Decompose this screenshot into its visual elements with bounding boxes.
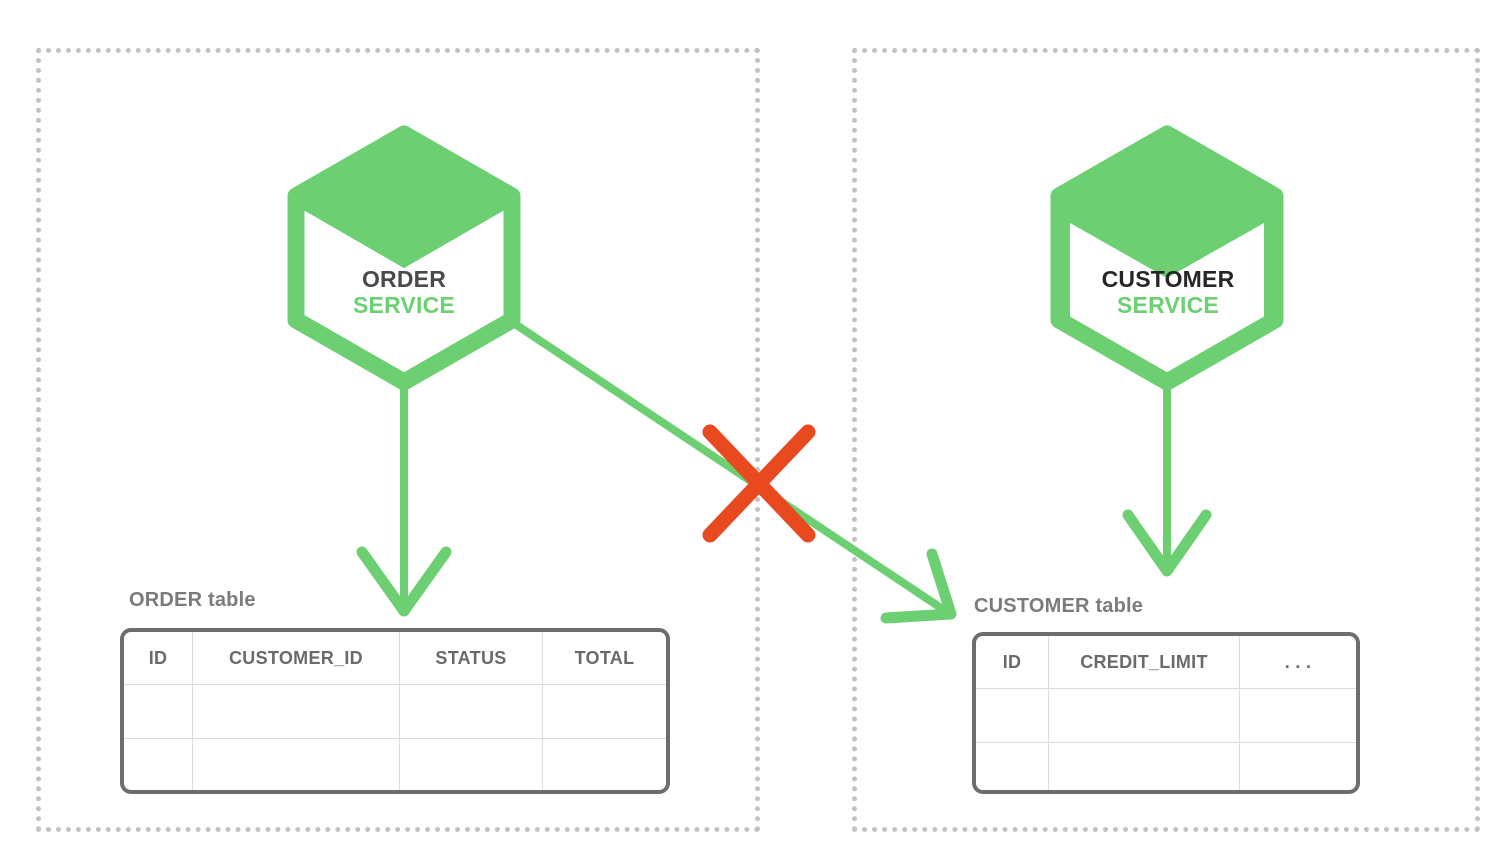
- customer-col-ellipsis: . . .: [1239, 636, 1356, 689]
- order-table-row: [124, 684, 666, 739]
- order-cell: [192, 684, 400, 739]
- order-cell: [542, 684, 666, 739]
- order-col-total: TOTAL: [542, 632, 666, 685]
- order-col-customer-id: CUSTOMER_ID: [192, 632, 400, 685]
- order-cell: [399, 684, 543, 739]
- customer-table: ID CREDIT_LIMIT . . .: [972, 632, 1360, 794]
- customer-cell: [1239, 688, 1356, 743]
- order-table-header-row: ID CUSTOMER_ID STATUS TOTAL: [124, 632, 666, 685]
- customer-cell: [1048, 688, 1240, 743]
- order-service-label-line1: ORDER: [361, 266, 447, 292]
- order-col-id: ID: [124, 632, 193, 685]
- order-cell: [399, 738, 543, 790]
- customer-service-label-line1: CUSTOMER: [1101, 266, 1235, 292]
- order-service-label-line2: SERVICE: [353, 291, 455, 318]
- customer-cell: [1048, 742, 1240, 790]
- customer-service-label: CUSTOMER SERVICE: [1058, 266, 1278, 319]
- customer-table-row: [976, 742, 1357, 791]
- customer-cell: [976, 742, 1049, 790]
- customer-table-row: [976, 688, 1356, 743]
- order-table-row: [124, 738, 667, 791]
- order-cell: [192, 738, 400, 790]
- order-service-label: ORDER SERVICE: [294, 266, 514, 319]
- order-table-caption: ORDER table: [129, 589, 256, 611]
- customer-service-label-line2: SERVICE: [1117, 291, 1219, 318]
- order-cell: [124, 738, 193, 790]
- customer-cell: [1240, 743, 1357, 791]
- customer-table-header-row: ID CREDIT_LIMIT . . .: [976, 636, 1356, 689]
- customer-table-caption: CUSTOMER table: [974, 595, 1144, 617]
- order-table: ID CUSTOMER_ID STATUS TOTAL: [120, 628, 670, 794]
- order-cell: [124, 684, 193, 739]
- diagram-canvas: ORDER SERVICE CUSTOMER SERVICE ORDER tab…: [0, 0, 1500, 866]
- customer-cell: [976, 688, 1049, 743]
- customer-col-credit-limit: CREDIT_LIMIT: [1048, 636, 1240, 689]
- order-cell: [543, 739, 667, 791]
- customer-col-id: ID: [976, 636, 1049, 689]
- order-col-status: STATUS: [399, 632, 543, 685]
